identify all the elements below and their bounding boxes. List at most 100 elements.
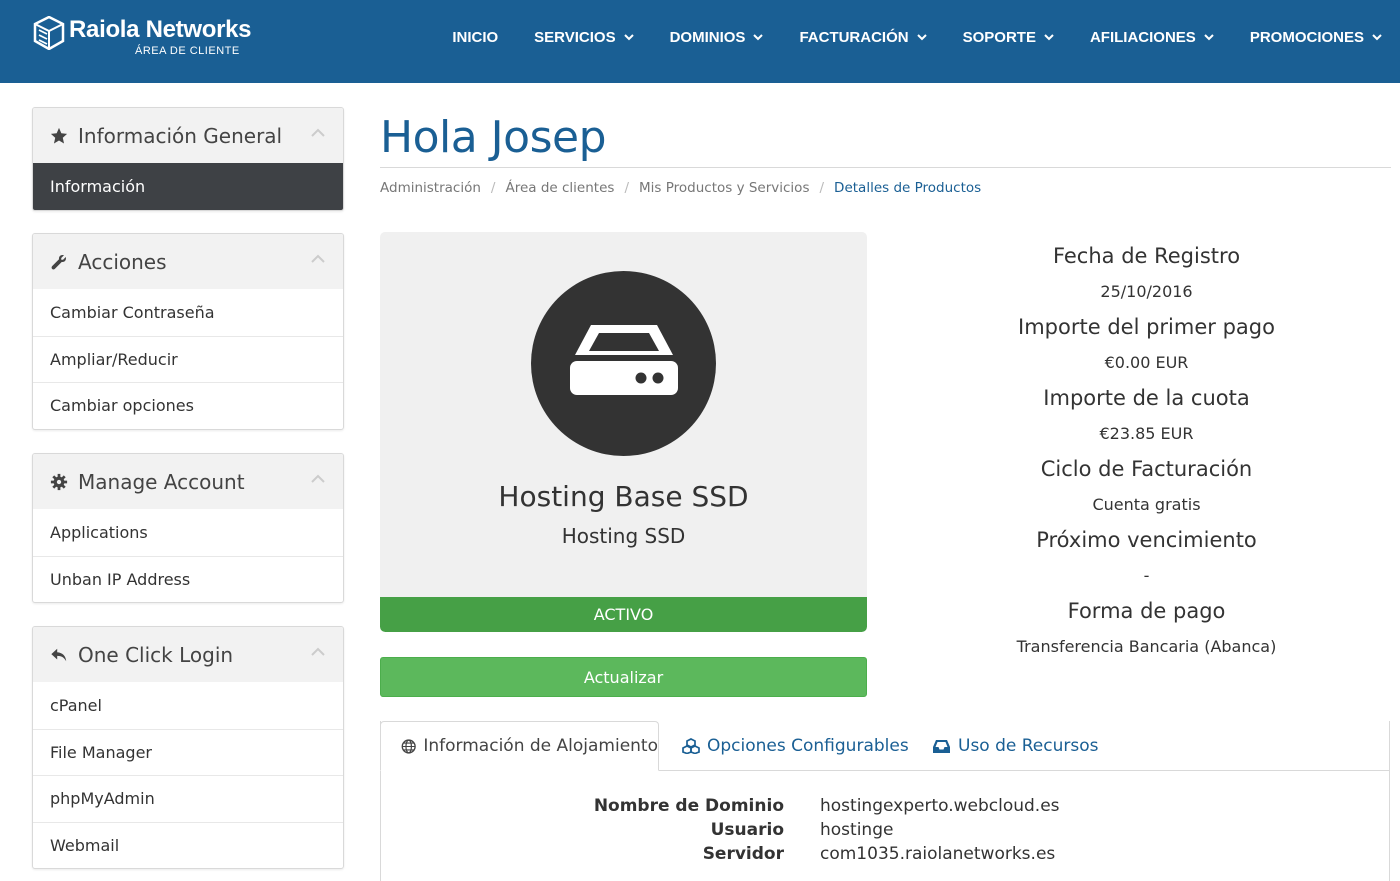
nav-afiliaciones[interactable]: AFILIACIONES xyxy=(1090,29,1214,46)
detail-label: Importe de la cuota xyxy=(1043,386,1250,410)
detail-label: Próximo vencimiento xyxy=(1036,528,1257,552)
brand-subtitle: ÁREA DE CLIENTE xyxy=(135,45,240,57)
detail-label: Forma de pago xyxy=(1067,599,1226,623)
product-card: Hosting Base SSD Hosting SSD ACTIVO xyxy=(380,232,867,632)
nav-label: DOMINIOS xyxy=(669,28,746,46)
nav-servicios[interactable]: SERVICIOS xyxy=(534,28,634,46)
info-value: hostinge xyxy=(820,820,894,840)
panel-title: Acciones xyxy=(78,249,167,274)
detail-label: Ciclo de Facturación xyxy=(1040,457,1253,481)
brand-name: Raiola Networks xyxy=(69,16,252,43)
product-details: Fecha de Registro 25/10/2016 Importe del… xyxy=(905,238,1388,664)
panel-info-general: Información General Información xyxy=(32,107,344,211)
breadcrumb-current[interactable]: Detalles de Productos xyxy=(834,180,981,196)
info-key: Usuario xyxy=(710,820,784,840)
sidebar-item-informacion[interactable]: Información xyxy=(33,163,343,210)
detail-value: €0.00 EUR xyxy=(1104,353,1189,372)
panel-header[interactable]: One Click Login xyxy=(33,627,343,682)
sidebar-item-cpanel[interactable]: cPanel xyxy=(33,682,343,729)
sidebar-item-phpmyadmin[interactable]: phpMyAdmin xyxy=(33,775,343,822)
nav-facturacion[interactable]: FACTURACIÓN xyxy=(799,28,927,46)
hosting-info-row: Nombre de Dominio hostingexperto.webclou… xyxy=(380,796,1390,820)
chevron-down-icon xyxy=(1372,34,1382,41)
breadcrumb-item[interactable]: Administración xyxy=(380,180,481,196)
info-key: Servidor xyxy=(702,844,784,864)
sidebar-item-unban-ip[interactable]: Unban IP Address xyxy=(33,555,343,603)
sidebar-item-cambiar-contrasena[interactable]: Cambiar Contraseña xyxy=(33,289,343,336)
gear-icon xyxy=(50,473,68,490)
cubes-icon xyxy=(682,738,700,754)
nav-label: SOPORTE xyxy=(962,28,1036,46)
info-value: com1035.raiolanetworks.es xyxy=(820,844,1056,864)
tab-label: Información de Alojamiento xyxy=(423,736,658,756)
breadcrumb: Administración / Área de clientes / Mis … xyxy=(380,180,981,196)
nav-label: INICIO xyxy=(452,28,499,46)
chevron-down-icon xyxy=(753,34,764,41)
detail-value: - xyxy=(1143,566,1150,585)
status-badge: ACTIVO xyxy=(380,597,867,632)
chevron-up-icon[interactable] xyxy=(311,128,325,138)
top-navbar: Raiola Networks ÁREA DE CLIENTE INICIO S… xyxy=(0,0,1400,83)
hdd-icon xyxy=(570,325,678,395)
tab-uso-recursos[interactable]: Uso de Recursos xyxy=(932,721,1099,771)
chevron-down-icon xyxy=(1044,34,1054,41)
sidebar-item-file-manager[interactable]: File Manager xyxy=(33,728,343,776)
chevron-down-icon xyxy=(623,34,634,41)
chevron-up-icon[interactable] xyxy=(311,647,325,657)
product-icon-circle xyxy=(531,271,716,456)
detail-value: Transferencia Bancaria (Abanca) xyxy=(1016,637,1277,656)
info-key: Nombre de Dominio xyxy=(593,796,784,816)
nav-promociones[interactable]: PROMOCIONES xyxy=(1250,29,1382,46)
hosting-info-row: Usuario hostinge xyxy=(380,820,1390,844)
nav-inicio[interactable]: INICIO xyxy=(452,29,498,46)
panel-one-click-login: One Click Login cPanel File Manager phpM… xyxy=(32,626,344,869)
info-value: hostingexperto.webcloud.es xyxy=(820,796,1060,816)
breadcrumb-separator: / xyxy=(624,180,629,196)
hosting-info-row: Servidor com1035.raiolanetworks.es xyxy=(380,844,1390,868)
star-icon xyxy=(50,127,68,143)
chevron-up-icon[interactable] xyxy=(311,254,325,264)
nav-label: SERVICIOS xyxy=(534,28,616,46)
panel-title: One Click Login xyxy=(78,642,234,667)
detail-value: Cuenta gratis xyxy=(1092,495,1201,514)
nav-dominios[interactable]: DOMINIOS xyxy=(670,29,764,46)
detail-label: Fecha de Registro xyxy=(1052,244,1241,268)
tab-label: Uso de Recursos xyxy=(958,736,1099,756)
chevron-down-icon xyxy=(916,34,927,41)
breadcrumb-separator: / xyxy=(490,180,496,196)
page-title: Hola Josep xyxy=(380,112,607,163)
sidebar-item-applications[interactable]: Applications xyxy=(33,509,343,556)
breadcrumb-item[interactable]: Mis Productos y Servicios xyxy=(639,180,809,196)
panel-title: Información General xyxy=(78,123,283,148)
breadcrumb-separator: / xyxy=(819,180,825,196)
chevron-down-icon xyxy=(1204,34,1214,41)
breadcrumb-item[interactable]: Área de clientes xyxy=(505,180,614,196)
main-nav: INICIO SERVICIOS DOMINIOS FACTURACIÓN SO… xyxy=(416,0,1382,74)
logo-cube-icon xyxy=(33,16,65,50)
title-divider xyxy=(380,167,1391,168)
sidebar-item-cambiar-opciones[interactable]: Cambiar opciones xyxy=(33,382,343,429)
sidebar-item-ampliar-reducir[interactable]: Ampliar/Reducir xyxy=(33,335,343,383)
tab-opciones-configurables[interactable]: Opciones Configurables xyxy=(682,721,909,771)
wrench-icon xyxy=(51,254,66,269)
nav-soporte[interactable]: SOPORTE xyxy=(963,29,1054,46)
product-group: Hosting SSD xyxy=(561,524,686,548)
detail-value: €23.85 EUR xyxy=(1099,424,1194,443)
detail-label: Importe del primer pago xyxy=(1018,315,1275,339)
tab-informacion-alojamiento[interactable]: Información de Alojamiento xyxy=(380,721,659,771)
panel-header[interactable]: Manage Account xyxy=(33,454,343,509)
sidebar-item-webmail[interactable]: Webmail xyxy=(33,821,343,869)
upgrade-button[interactable]: Actualizar xyxy=(380,657,867,697)
nav-label: AFILIACIONES xyxy=(1089,28,1196,46)
brand-logo[interactable]: Raiola Networks ÁREA DE CLIENTE xyxy=(33,14,252,64)
detail-value: 25/10/2016 xyxy=(1100,282,1193,301)
tab-label: Opciones Configurables xyxy=(707,736,909,756)
nav-label: FACTURACIÓN xyxy=(799,28,909,46)
panel-header[interactable]: Información General xyxy=(33,108,343,163)
panel-acciones: Acciones Cambiar Contraseña Ampliar/Redu… xyxy=(32,233,344,430)
inbox-icon xyxy=(933,739,950,753)
panel-header[interactable]: Acciones xyxy=(33,234,343,289)
product-name: Hosting Base SSD xyxy=(498,480,749,513)
chevron-up-icon[interactable] xyxy=(311,474,325,484)
panel-manage-account: Manage Account Applications Unban IP Add… xyxy=(32,453,344,603)
